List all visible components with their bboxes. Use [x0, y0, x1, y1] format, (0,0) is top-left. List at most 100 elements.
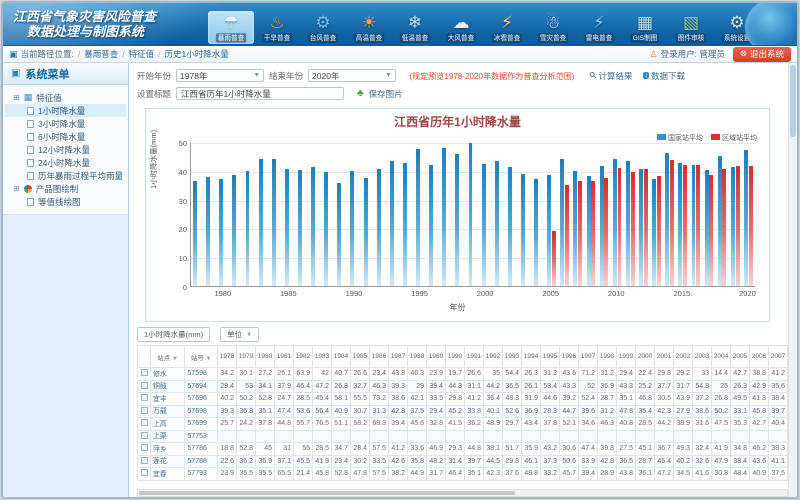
save-image-button[interactable]: 保存图片 — [369, 88, 403, 100]
table-row[interactable]: 万载5769839.336.835.147.453.656.440.930.73… — [138, 405, 788, 418]
start-year-select[interactable]: 1978年 ▼ — [176, 69, 264, 82]
logout-button[interactable]: ⊗ 退出系统 — [733, 47, 791, 62]
sidebar-node-0[interactable]: ⊞▦特征值 — [5, 91, 126, 104]
year-column-header[interactable]: 2004 — [711, 346, 730, 368]
toolbar-item-high-temp[interactable]: ☀高温普查 — [346, 11, 392, 44]
sidebar-item-等值线绘图[interactable]: 等值线绘图 — [5, 195, 126, 208]
value-cell: 47.5 — [711, 418, 730, 431]
year-column-header[interactable]: 2001 — [654, 346, 673, 368]
row-expand-icon[interactable] — [141, 419, 148, 426]
year-column-header[interactable]: 1998 — [597, 346, 616, 368]
data-download-button[interactable]: ↓ 数据下载 — [643, 70, 685, 82]
table-row[interactable]: 上栗57753 — [138, 430, 788, 443]
hscroll-thumb[interactable] — [139, 491, 515, 495]
row-expand-cell[interactable] — [138, 380, 151, 393]
sidebar-item-24小时降水量[interactable]: 24小时降水量 — [5, 156, 126, 169]
year-column-header[interactable]: 2002 — [673, 346, 692, 368]
year-column-header[interactable]: 1991 — [464, 346, 483, 368]
year-column-header[interactable]: 1989 — [426, 346, 445, 368]
year-column-header[interactable]: 1982 — [293, 346, 312, 368]
toolbar-item-hail[interactable]: ⚡冰雹普查 — [484, 11, 530, 44]
row-expand-icon[interactable] — [141, 469, 148, 476]
row-expand-icon[interactable] — [141, 457, 148, 464]
toolbar-item-typhoon[interactable]: ⚙台风普查 — [300, 11, 346, 44]
table-row[interactable]: 上高5769925.724.237.844.855.776.551.158.26… — [138, 418, 788, 431]
year-column-header[interactable]: 1995 — [540, 346, 559, 368]
year-column-header[interactable]: 1992 — [483, 346, 502, 368]
table-row[interactable]: 修水5759834.230.127.226.163.94240.726.623.… — [138, 368, 788, 381]
toolbar-item-map-review[interactable]: ▧图件审核 — [668, 11, 714, 44]
year-column-header[interactable]: 2005 — [730, 346, 749, 368]
year-column-header[interactable]: 2000 — [635, 346, 654, 368]
year-column-header[interactable]: 1988 — [407, 346, 426, 368]
year-column-header[interactable]: 2006 — [749, 346, 768, 368]
element-filter-chip[interactable]: 1小时降水量(mm) — [137, 327, 210, 342]
toolbar-item-snow[interactable]: ☃雪灾普查 — [530, 11, 576, 44]
end-year-select[interactable]: 2020年 ▼ — [308, 69, 396, 82]
row-expand-icon[interactable] — [141, 369, 148, 376]
vertical-scrollbar[interactable] — [788, 63, 797, 497]
year-column-header[interactable]: 1980 — [255, 346, 274, 368]
toolbar-item-low-temp[interactable]: ❄低温普查 — [392, 11, 438, 44]
year-column-header[interactable]: 1979 — [236, 346, 255, 368]
year-column-header[interactable]: 1987 — [388, 346, 407, 368]
year-column-header[interactable]: 2007 — [768, 346, 787, 368]
row-expand-cell[interactable] — [138, 405, 151, 418]
row-expand-icon[interactable] — [141, 382, 148, 389]
row-expand-icon[interactable] — [141, 444, 148, 451]
row-expand-cell[interactable] — [138, 468, 151, 481]
expander-icon[interactable]: ⊞ — [13, 93, 20, 102]
breadcrumb-segment[interactable]: 特征值 — [129, 49, 155, 59]
sidebar-item-3小时降水量[interactable]: 3小时降水量 — [5, 117, 126, 130]
table-row[interactable]: 宜丰5769640.250.252.824.728.545.458.155.57… — [138, 393, 788, 406]
year-column-header[interactable]: 1981 — [274, 346, 293, 368]
table-row[interactable]: 萍乡5778618.852.845315528.534.728.457.541.… — [138, 443, 788, 456]
row-expand-icon[interactable] — [141, 407, 148, 414]
toolbar-item-wind[interactable]: ☁大风普查 — [438, 11, 484, 44]
year-column-header[interactable]: 1984 — [331, 346, 350, 368]
unit-select[interactable]: 单位 ▼ — [220, 327, 259, 342]
table-row[interactable]: 宜春5779323.935.535.565.521.445.852.847.85… — [138, 468, 788, 481]
year-column-header[interactable]: 1983 — [312, 346, 331, 368]
year-column-header[interactable]: 1993 — [502, 346, 521, 368]
sidebar-item-1小时降水量[interactable]: 1小时降水量 — [5, 104, 126, 117]
calc-results-button[interactable]: ⚲ 计算结果 — [590, 70, 633, 82]
sidebar-item-6小时降水量[interactable]: 6小时降水量 — [5, 130, 126, 143]
toolbar-item-rainstorm[interactable]: ☂暴雨普查 — [208, 11, 254, 44]
row-expand-cell[interactable] — [138, 368, 151, 381]
year-column-header[interactable]: 1999 — [616, 346, 635, 368]
year-column-header[interactable]: 1990 — [445, 346, 464, 368]
toolbar-item-lightning[interactable]: ⚡雷电普查 — [576, 11, 622, 44]
sidebar-item-历年暴雨过程平均雨量[interactable]: 历年暴雨过程平均雨量 — [5, 169, 126, 182]
year-column-header[interactable]: 1986 — [369, 346, 388, 368]
value-cell: 31.3 — [369, 405, 388, 418]
breadcrumb-segment[interactable]: 暴雨普查 — [84, 49, 118, 59]
chart-title-input[interactable]: 江西省历年1小时降水量 — [176, 87, 344, 100]
row-expand-cell[interactable] — [138, 455, 151, 468]
year-column-header[interactable]: 1985 — [350, 346, 369, 368]
year-column-header[interactable]: 1994 — [521, 346, 540, 368]
row-expand-icon[interactable] — [141, 394, 148, 401]
sidebar-node-1[interactable]: ⊞产品图绘制 — [5, 182, 126, 195]
year-column-header[interactable]: 1978 — [217, 346, 236, 368]
year-column-header[interactable]: 2003 — [692, 346, 711, 368]
toolbar-item-drought[interactable]: ♨干旱普查 — [254, 11, 300, 44]
row-expand-cell[interactable] — [138, 430, 151, 443]
table-row[interactable]: 铜鼓5769429.45334.137.946.447.226.832.746.… — [138, 380, 788, 393]
station-id-column-header[interactable]: 站号 ▼ — [185, 346, 218, 368]
x-tick-label: 1995 — [407, 289, 433, 298]
station-column-header[interactable]: 站点 ▼ — [150, 346, 185, 368]
horizontal-scrollbar[interactable] — [137, 489, 788, 497]
breadcrumb-segment[interactable]: 历史1小时降水量 — [165, 49, 229, 59]
toolbar-item-gis[interactable]: ▦GIS制图 — [622, 11, 668, 44]
vscroll-thumb[interactable] — [790, 65, 796, 137]
row-expand-cell[interactable] — [138, 418, 151, 431]
year-column-header[interactable]: 1996 — [559, 346, 578, 368]
table-row[interactable]: 莲花5778822.636.236.937.145.541.923.430.23… — [138, 455, 788, 468]
row-expand-cell[interactable] — [138, 393, 151, 406]
expander-icon[interactable]: ⊞ — [13, 184, 20, 193]
row-expand-icon[interactable] — [141, 432, 148, 439]
year-column-header[interactable]: 1997 — [578, 346, 597, 368]
sidebar-item-12小时降水量[interactable]: 12小时降水量 — [5, 143, 126, 156]
row-expand-cell[interactable] — [138, 443, 151, 456]
